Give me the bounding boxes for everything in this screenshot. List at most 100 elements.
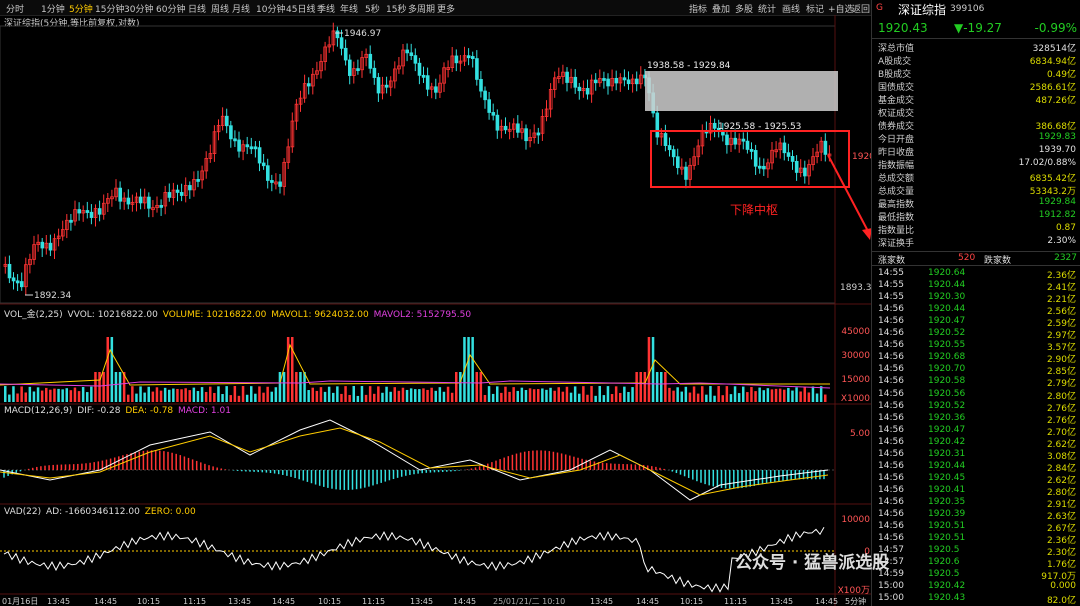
tick-time: 14:56 [878,472,904,483]
quote-row: 指数量比 0.87 [878,223,1076,236]
volume-bar [53,388,56,402]
quote-row-label: 国债成交 [878,83,915,93]
volume-bar [98,372,101,402]
tick-price: 1920.44 [928,304,966,315]
tick-volume: 2.76亿 [1046,415,1076,426]
tick-price: 1920.64 [928,268,966,278]
volume-bar [672,390,675,402]
quote-row: 昨日收盘 1939.70 [878,145,1076,158]
volume-bar [336,386,339,402]
quote-row-value: 6834.94亿 [1029,57,1076,67]
volume-bar [479,372,483,402]
volume-bar [504,386,507,402]
quote-row-label: 基金成交 [878,96,915,106]
candle-body [803,167,807,177]
candle-body [745,140,750,150]
volume-bar [692,386,696,402]
tick-time: 14:56 [878,400,904,411]
volume-bar [426,389,429,402]
volume-bar [647,337,651,402]
quote-row-label: 今日开盘 [878,135,915,145]
volume-bar [340,393,343,402]
volume-bar [701,386,704,402]
tick-row: 14:56 1920.44 2.56亿 [878,304,1076,317]
tick-time: 14:56 [878,388,904,399]
time-axis-label: 10:15 [137,597,160,606]
volume-bar [496,386,499,402]
tick-time: 14:56 [878,316,904,327]
volume-bar [311,387,314,402]
volume-bar [163,387,167,402]
volume-bar [176,388,179,402]
tick-volume: 2.90亿 [1046,355,1076,366]
volume-bar [606,386,610,402]
tick-price: 1920.39 [928,509,966,519]
tick-volume: 2.21亿 [1046,295,1076,306]
volume-bar [414,389,417,402]
candle-body [384,84,389,88]
tick-price: 1920.51 [928,533,966,544]
quote-row-value: 1912.82 [1038,210,1076,220]
quote-row: 国债成交 2586.61亿 [878,80,1076,93]
tick-price: 1920.43 [928,593,966,604]
volume-bar [102,372,105,402]
tick-volume: 2.70亿 [1046,427,1076,438]
vad-axis-tick: X100万 [838,586,870,596]
volume-bar [385,386,388,402]
volume-bar [709,386,712,402]
volume-bar [623,386,626,402]
volume-bar [65,388,68,402]
quote-row-label: 深证换手 [878,239,915,249]
candle-body [224,115,229,127]
tick-volume: 2.85亿 [1046,367,1076,378]
time-axis-label: 11:15 [183,597,206,606]
candle-body [712,122,717,129]
volume-bar [500,392,503,402]
tick-time: 14:55 [878,268,904,278]
volume-bar [430,387,433,402]
tick-row: 14:56 1920.68 2.90亿 [878,352,1076,366]
tick-row: 14:56 1920.42 2.62亿 [878,437,1076,450]
candle-body [421,74,426,78]
tick-row: 14:56 1920.41 2.80亿 [878,485,1076,498]
candle-body [356,68,360,72]
volume-bar [213,392,216,402]
volume-bar [229,395,232,402]
tick-price: 1920.36 [928,412,966,423]
candle-body [278,181,282,187]
quote-row-label: 昨日收盘 [878,148,915,158]
volume-bar [705,394,708,402]
volume-bar [491,393,495,402]
tick-volume: 2.62亿 [1046,475,1076,486]
tick-row: 14:56 1920.47 2.59亿 [878,316,1076,329]
time-axis-label: 14:45 [272,597,295,606]
time-axis-label: 14:45 [815,597,838,606]
tick-volume: 917.0万 [1041,572,1076,583]
candle-body [265,165,270,181]
candle-body [676,156,680,169]
volume-bar [69,390,73,402]
tick-time: 14:55 [878,280,904,291]
pivot-zone-box [650,130,850,188]
candle-body [229,125,233,140]
volume-bar [131,386,134,402]
volume-bar [303,372,306,402]
volume-bar [4,386,7,402]
candle-body [257,147,262,164]
volume-bar [32,391,36,402]
candle-body [249,146,254,150]
tick-price: 1920.44 [928,280,966,291]
tick-volume: 2.30亿 [1046,548,1076,559]
volume-bar [225,386,228,402]
volume-bar [344,386,347,402]
tick-price: 1920.47 [928,424,966,435]
candle-body [614,77,619,84]
volume-bar [450,392,454,402]
tick-row: 15:00 1920.43 82.0亿 [878,593,1076,606]
volume-bar [610,394,614,402]
volume-bar [147,386,150,402]
tick-row: 14:59 1920.5 917.0万 [878,569,1076,583]
tick-price: 1920.51 [928,521,966,532]
quote-row-label: 深总市值 [878,44,915,54]
volume-bar [40,390,44,402]
